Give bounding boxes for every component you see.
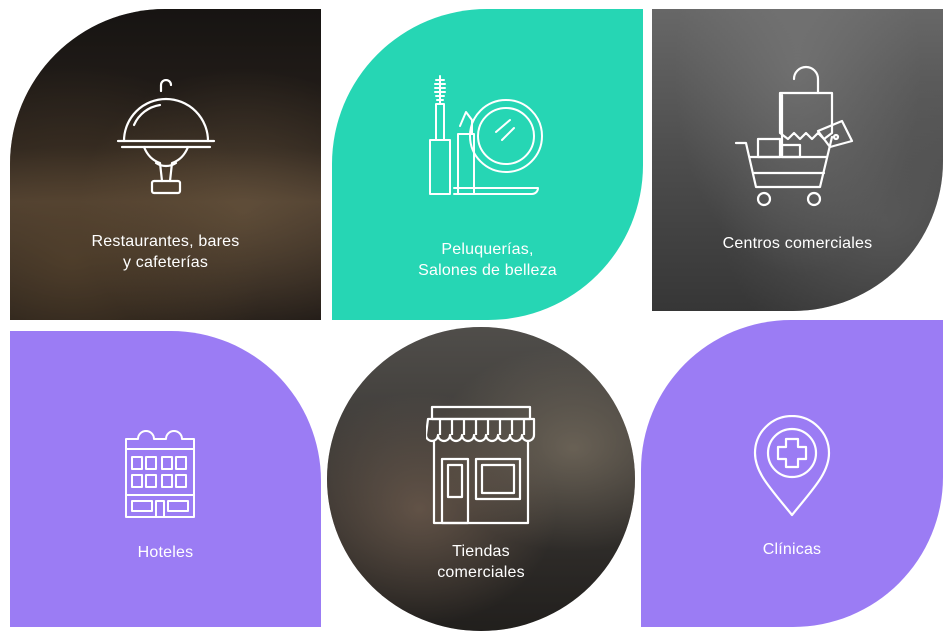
tile-clinics[interactable]: Clínicas — [641, 320, 943, 627]
tile-hotels[interactable]: Hoteles — [10, 331, 321, 627]
shopping-cart-icon — [732, 61, 862, 211]
tile-label: Clínicas — [762, 541, 822, 558]
tile-label: Peluquerías, Salones de belleza — [418, 241, 557, 279]
hotel-icon — [122, 427, 198, 519]
tile-label: Hoteles — [137, 544, 194, 561]
medical-pin-icon — [751, 415, 833, 517]
tile-restaurants[interactable]: Restaurantes, bares y cafeterías — [10, 9, 321, 320]
tile-malls[interactable]: Centros comerciales — [652, 9, 943, 311]
tile-beauty[interactable]: Peluquerías, Salones de belleza — [332, 9, 643, 320]
tile-label: Restaurantes, bares y cafeterías — [91, 233, 240, 271]
tile-label: Tiendas comerciales — [437, 543, 525, 581]
cloche-icon — [116, 79, 216, 199]
tile-stores[interactable]: Tiendas comerciales — [327, 327, 635, 631]
storefront-icon — [426, 403, 536, 528]
tile-label: Centros comerciales — [722, 235, 873, 252]
beauty-icon — [424, 74, 544, 199]
